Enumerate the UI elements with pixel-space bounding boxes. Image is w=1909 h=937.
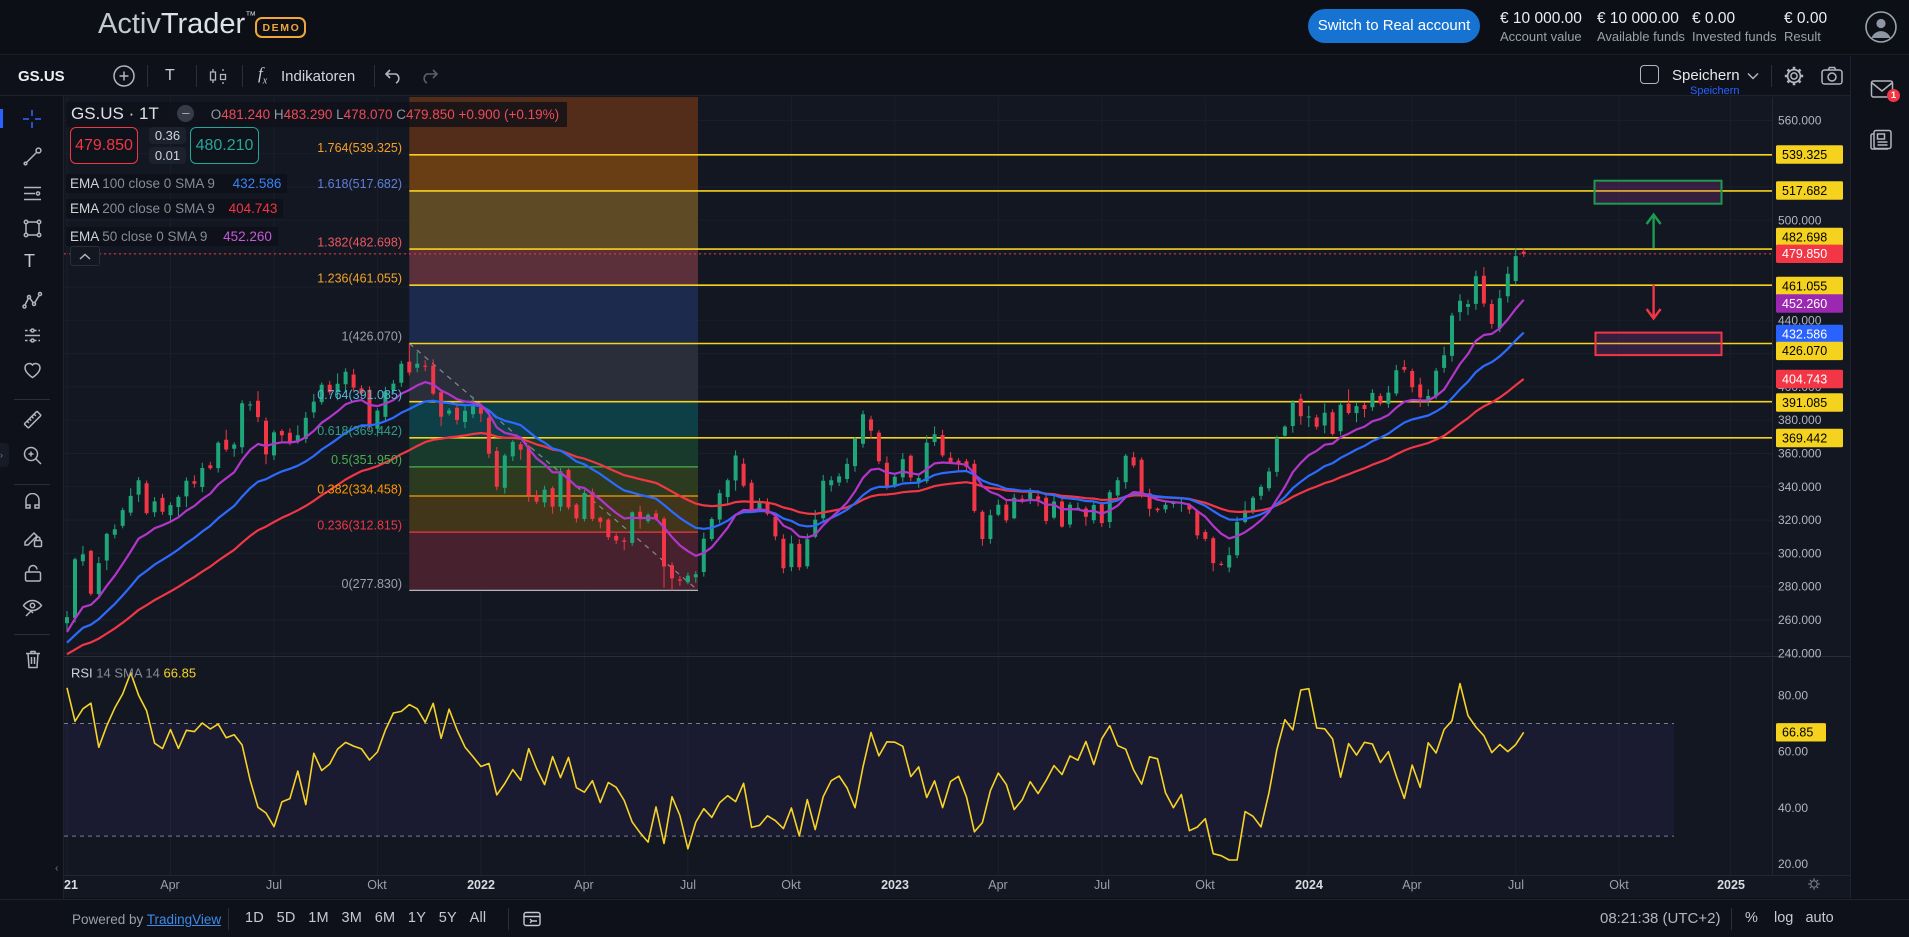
svg-text:369.442: 369.442 xyxy=(1782,431,1827,445)
svg-text:517.682: 517.682 xyxy=(1782,184,1827,198)
svg-text:432.586: 432.586 xyxy=(1782,327,1827,341)
svg-text:280.000: 280.000 xyxy=(1778,580,1822,594)
svg-text:60.00: 60.00 xyxy=(1778,745,1808,759)
svg-text:240.000: 240.000 xyxy=(1778,646,1822,660)
svg-text:20.00: 20.00 xyxy=(1778,857,1808,871)
svg-text:300.000: 300.000 xyxy=(1778,546,1822,560)
svg-text:2024: 2024 xyxy=(1295,878,1323,892)
svg-text:1.618(517.682): 1.618(517.682) xyxy=(317,177,402,191)
svg-text:404.743: 404.743 xyxy=(1782,372,1827,386)
svg-text:Okt: Okt xyxy=(367,878,387,892)
svg-text:Jul: Jul xyxy=(266,878,282,892)
svg-text:2023: 2023 xyxy=(881,878,909,892)
svg-text:452.260: 452.260 xyxy=(1782,297,1827,311)
svg-text:0.236(312.815): 0.236(312.815) xyxy=(317,519,402,533)
svg-text:360.000: 360.000 xyxy=(1778,447,1822,461)
svg-text:Apr: Apr xyxy=(574,878,593,892)
svg-text:Apr: Apr xyxy=(1402,878,1421,892)
svg-text:Jul: Jul xyxy=(1094,878,1110,892)
svg-text:560.000: 560.000 xyxy=(1778,113,1822,127)
svg-text:0.764(391.085): 0.764(391.085) xyxy=(317,388,402,402)
svg-text:Jul: Jul xyxy=(1508,878,1524,892)
svg-text:1.764(539.325): 1.764(539.325) xyxy=(317,141,402,155)
svg-text:66.85: 66.85 xyxy=(1782,726,1813,740)
svg-text:Jul: Jul xyxy=(680,878,696,892)
svg-text:482.698: 482.698 xyxy=(1782,230,1827,244)
svg-text:260.000: 260.000 xyxy=(1778,613,1822,627)
svg-text:80.00: 80.00 xyxy=(1778,688,1808,702)
svg-text:2022: 2022 xyxy=(467,878,495,892)
svg-text:340.000: 340.000 xyxy=(1778,480,1822,494)
svg-text:380.000: 380.000 xyxy=(1778,413,1822,427)
svg-text:500.000: 500.000 xyxy=(1778,213,1822,227)
svg-text:1(426.070): 1(426.070) xyxy=(342,330,402,344)
svg-text:539.325: 539.325 xyxy=(1782,148,1827,162)
svg-text:0.618(369.442): 0.618(369.442) xyxy=(317,424,402,438)
svg-text:1.382(482.698): 1.382(482.698) xyxy=(317,235,402,249)
svg-text:320.000: 320.000 xyxy=(1778,513,1822,527)
svg-text:Okt: Okt xyxy=(1195,878,1215,892)
svg-text:479.850: 479.850 xyxy=(1782,247,1827,261)
svg-text:40.00: 40.00 xyxy=(1778,801,1808,815)
svg-text:Okt: Okt xyxy=(781,878,801,892)
svg-text:Okt: Okt xyxy=(1609,878,1629,892)
svg-text:2025: 2025 xyxy=(1717,878,1745,892)
svg-text:1.236(461.055): 1.236(461.055) xyxy=(317,271,402,285)
svg-text:Apr: Apr xyxy=(988,878,1007,892)
svg-text:0(277.830): 0(277.830) xyxy=(342,577,402,591)
svg-text:461.055: 461.055 xyxy=(1782,279,1827,293)
svg-text:426.070: 426.070 xyxy=(1782,344,1827,358)
svg-text:Apr: Apr xyxy=(160,878,179,892)
svg-text:0.5(351.950): 0.5(351.950) xyxy=(331,453,402,467)
svg-text:391.085: 391.085 xyxy=(1782,396,1827,410)
svg-text:21: 21 xyxy=(64,878,78,892)
svg-text:0.382(334.458): 0.382(334.458) xyxy=(317,482,402,496)
svg-text:RSI 14 SMA 14 66.85: RSI 14 SMA 14 66.85 xyxy=(71,666,196,681)
